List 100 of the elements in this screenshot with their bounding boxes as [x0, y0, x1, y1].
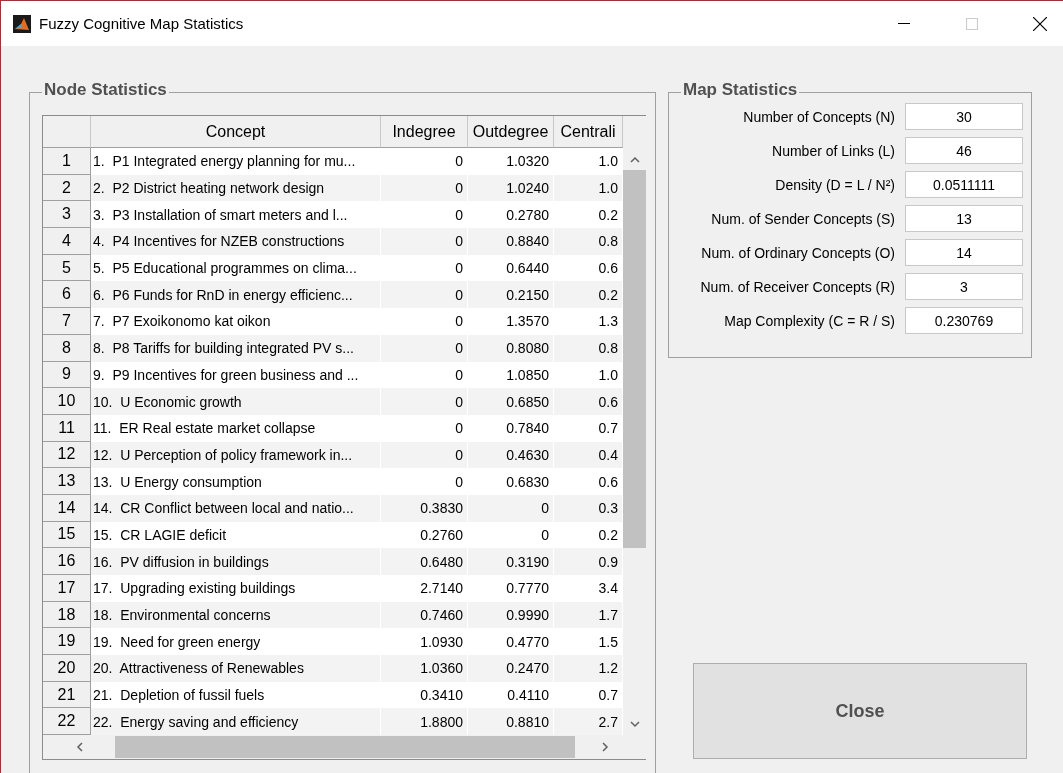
- corner-header: [43, 116, 91, 148]
- row-header[interactable]: 7: [43, 308, 91, 335]
- column-header[interactable]: Outdegree: [468, 116, 554, 148]
- row-header[interactable]: 19: [43, 628, 91, 656]
- column-header[interactable]: Centrali: [554, 116, 623, 148]
- row-header[interactable]: 12: [43, 441, 91, 469]
- maximize-icon[interactable]: [966, 17, 978, 30]
- field-label: Num. of Ordinary Concepts (O): [701, 244, 895, 261]
- table-cell: 0.8840: [468, 228, 554, 255]
- horizontal-scrollbar[interactable]: [43, 735, 646, 759]
- table-cell: 22. Energy saving and efficiency: [91, 708, 381, 735]
- table-cell: 1.0240: [468, 174, 554, 202]
- table-cell: 0: [468, 494, 554, 522]
- table-cell: 0.7460: [381, 601, 468, 629]
- row-header[interactable]: 1: [43, 148, 91, 175]
- table-cell: 16. PV diffusion in buildings: [91, 548, 381, 575]
- vertical-scrollbar[interactable]: [623, 116, 646, 735]
- table-cell: 0.6480: [381, 548, 468, 575]
- row-header[interactable]: 16: [43, 548, 91, 575]
- row-header[interactable]: 17: [43, 575, 91, 602]
- table-cell: 2. P2 District heating network design: [91, 174, 381, 202]
- value-field[interactable]: 30: [905, 103, 1023, 130]
- row-header[interactable]: 9: [43, 361, 91, 389]
- column-header[interactable]: Indegree: [381, 116, 468, 148]
- row-header[interactable]: 2: [43, 174, 91, 202]
- table-cell: 18. Environmental concerns: [91, 601, 381, 629]
- row-header[interactable]: 5: [43, 254, 91, 282]
- table-cell: 1.2: [554, 655, 623, 682]
- scroll-down-icon[interactable]: [629, 720, 640, 728]
- row-header[interactable]: 3: [43, 201, 91, 229]
- table-cell: 12. U Perception of policy framework in...: [91, 441, 381, 469]
- row-header[interactable]: 14: [43, 494, 91, 522]
- field-label: Map Complexity (C = R / S): [724, 312, 895, 329]
- table-cell: 1.0360: [381, 655, 468, 682]
- table-cell: 0: [381, 441, 468, 469]
- table-cell: 0.8: [554, 334, 623, 362]
- panel-title: Map Statistics: [681, 80, 800, 100]
- table-cell: 0.3: [554, 494, 623, 522]
- table-cell: 0.3830: [381, 494, 468, 522]
- row-header[interactable]: 11: [43, 414, 91, 442]
- column-header[interactable]: Concept: [91, 116, 381, 148]
- field-label: Number of Links (L): [772, 142, 895, 159]
- table-cell: 0: [381, 174, 468, 202]
- table-cell: 0.8: [554, 228, 623, 255]
- row-header[interactable]: 8: [43, 334, 91, 362]
- row-header[interactable]: 21: [43, 681, 91, 709]
- value-field[interactable]: 46: [905, 137, 1023, 164]
- table-cell: 0.8080: [468, 334, 554, 362]
- table-cell: 0.4630: [468, 441, 554, 469]
- row-header[interactable]: 10: [43, 388, 91, 415]
- close-button[interactable]: Close: [693, 663, 1027, 759]
- scroll-left-icon[interactable]: [75, 742, 83, 752]
- table-cell: 0: [381, 228, 468, 255]
- field-label: Density (D = L / N²): [775, 176, 895, 193]
- table-cell: 0.2150: [468, 281, 554, 309]
- row-header[interactable]: 13: [43, 468, 91, 495]
- row-header[interactable]: 4: [43, 228, 91, 255]
- table-cell: 4. P4 Incentives for NZEB constructions: [91, 228, 381, 255]
- row-header[interactable]: 15: [43, 521, 91, 549]
- scrollbar-thumb[interactable]: [115, 736, 575, 758]
- table-cell: 1.7: [554, 601, 623, 629]
- row-header[interactable]: 22: [43, 708, 91, 735]
- value-field[interactable]: 0.230769: [905, 307, 1023, 334]
- table-cell: 10. U Economic growth: [91, 388, 381, 415]
- table-cell: 1.8800: [381, 708, 468, 735]
- value-field[interactable]: 0.0511111: [905, 171, 1023, 198]
- table-cell: 0.2470: [468, 655, 554, 682]
- row-header[interactable]: 6: [43, 281, 91, 309]
- table-cell: 0.6850: [468, 388, 554, 415]
- table-cell: 0: [381, 388, 468, 415]
- table-cell: 6. P6 Funds for RnD in energy efficienc...: [91, 281, 381, 309]
- table-cell: 0.9: [554, 548, 623, 575]
- table-cell: 0.2: [554, 281, 623, 309]
- table-cell: 0.3190: [468, 548, 554, 575]
- table-cell: 8. P8 Tariffs for building integrated PV s...: [91, 334, 381, 362]
- window-title: Fuzzy Cognitive Map Statistics: [39, 15, 245, 32]
- app-logo-icon: [13, 14, 31, 33]
- value-field[interactable]: 14: [905, 239, 1023, 266]
- table-cell: 0: [381, 334, 468, 362]
- table-cell: 0.6: [554, 388, 623, 415]
- scrollbar-thumb[interactable]: [623, 170, 646, 548]
- field-label: Num. of Sender Concepts (S): [711, 210, 895, 227]
- row-header[interactable]: 20: [43, 655, 91, 682]
- table-cell: 0.9990: [468, 601, 554, 629]
- row-header[interactable]: 18: [43, 601, 91, 629]
- scroll-up-icon[interactable]: [629, 155, 640, 163]
- table-cell: 2.7: [554, 708, 623, 735]
- table-cell: 0.8810: [468, 708, 554, 735]
- table-cell: 14. CR Conflict between local and natio...: [91, 494, 381, 522]
- scroll-right-icon[interactable]: [601, 742, 609, 752]
- table-cell: 20. Attractiveness of Renewables: [91, 655, 381, 682]
- value-field[interactable]: 13: [905, 205, 1023, 232]
- value-field[interactable]: 3: [905, 273, 1023, 300]
- minimize-icon[interactable]: [898, 22, 910, 25]
- table-cell: 0: [381, 281, 468, 309]
- field-label: Number of Concepts (N): [743, 108, 895, 125]
- field-label: Num. of Receiver Concepts (R): [700, 278, 895, 295]
- table-cell: 0.4: [554, 441, 623, 469]
- table-cell: 1.0: [554, 174, 623, 202]
- close-icon[interactable]: [1033, 16, 1047, 31]
